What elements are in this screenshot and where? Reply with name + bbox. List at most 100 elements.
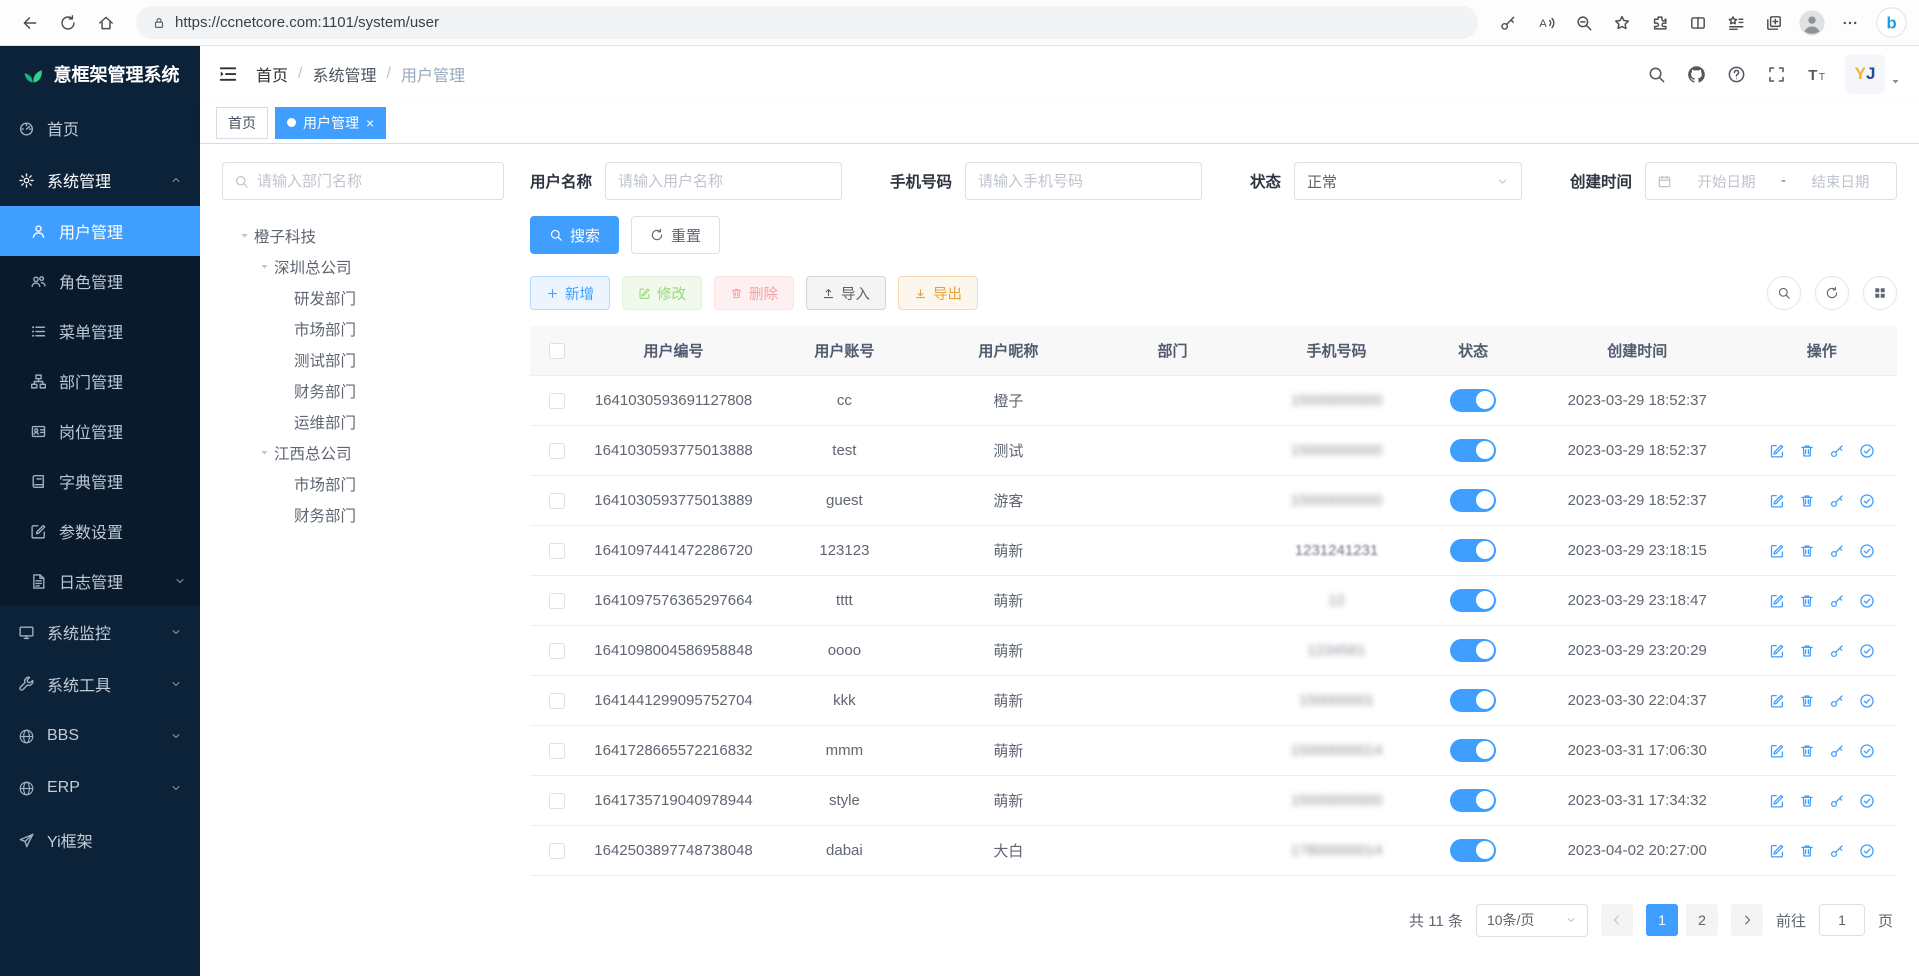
sidebar-item-param-settings[interactable]: 参数设置: [0, 506, 200, 556]
edit-icon[interactable]: [1769, 743, 1785, 759]
reset-password-icon[interactable]: [1829, 793, 1845, 809]
github-button[interactable]: [1677, 54, 1715, 94]
import-button[interactable]: 导入: [806, 276, 886, 310]
assign-role-icon[interactable]: [1859, 843, 1875, 859]
sidebar-item-menu-mgmt[interactable]: 菜单管理: [0, 306, 200, 356]
reset-password-icon[interactable]: [1829, 543, 1845, 559]
edit-icon[interactable]: [1769, 443, 1785, 459]
browser-back-button[interactable]: [12, 6, 48, 40]
breadcrumb-item[interactable]: 系统管理: [312, 62, 376, 86]
delete-icon[interactable]: [1799, 693, 1815, 709]
edit-icon[interactable]: [1769, 593, 1785, 609]
status-toggle[interactable]: [1450, 789, 1496, 812]
delete-icon[interactable]: [1799, 743, 1815, 759]
tree-node-jiangxi-hq[interactable]: 江西总公司: [222, 437, 504, 468]
delete-icon[interactable]: [1799, 443, 1815, 459]
tab-user-mgmt[interactable]: 用户管理 ×: [275, 107, 386, 139]
delete-icon[interactable]: [1799, 593, 1815, 609]
status-toggle[interactable]: [1450, 539, 1496, 562]
sidebar-item-bbs[interactable]: BBS: [0, 710, 200, 762]
sidebar-item-system-tools[interactable]: 系统工具: [0, 658, 200, 710]
tree-node-finance-dept-jx[interactable]: 财务部门: [222, 499, 504, 530]
reset-password-icon[interactable]: [1829, 643, 1845, 659]
assign-role-icon[interactable]: [1859, 693, 1875, 709]
close-icon[interactable]: ×: [366, 116, 374, 130]
reset-button[interactable]: 重置: [631, 216, 720, 254]
sidebar-item-post-mgmt[interactable]: 岗位管理: [0, 406, 200, 456]
help-button[interactable]: [1717, 54, 1755, 94]
reset-password-icon[interactable]: [1829, 743, 1845, 759]
delete-icon[interactable]: [1799, 543, 1815, 559]
edit-icon[interactable]: [1769, 693, 1785, 709]
tree-node-rd-dept[interactable]: 研发部门: [222, 282, 504, 313]
sidebar-item-erp[interactable]: ERP: [0, 762, 200, 814]
tree-node-market-dept[interactable]: 市场部门: [222, 313, 504, 344]
row-checkbox[interactable]: [549, 393, 565, 409]
column-settings-button[interactable]: [1863, 276, 1897, 310]
assign-role-icon[interactable]: [1859, 443, 1875, 459]
sidebar-item-yi-framework[interactable]: Yi框架: [0, 814, 200, 866]
browser-favorites-bar-button[interactable]: [1718, 6, 1754, 40]
goto-page-input[interactable]: [1819, 904, 1865, 936]
browser-home-button[interactable]: [88, 6, 124, 40]
reset-password-icon[interactable]: [1829, 593, 1845, 609]
row-checkbox[interactable]: [549, 743, 565, 759]
sidebar-item-user-mgmt[interactable]: 用户管理: [0, 206, 200, 256]
edit-icon[interactable]: [1769, 543, 1785, 559]
browser-zoom-button[interactable]: [1566, 6, 1602, 40]
assign-role-icon[interactable]: [1859, 493, 1875, 509]
delete-button[interactable]: 删除: [714, 276, 794, 310]
phone-input[interactable]: [965, 162, 1202, 200]
search-button[interactable]: 搜索: [530, 216, 619, 254]
sidebar-item-system-mgmt[interactable]: 系统管理: [0, 154, 200, 206]
sidebar-item-log-mgmt[interactable]: 日志管理: [0, 556, 200, 606]
reset-password-icon[interactable]: [1829, 443, 1845, 459]
breadcrumb-item[interactable]: 首页: [256, 62, 288, 86]
browser-collections-button[interactable]: [1756, 6, 1792, 40]
status-toggle[interactable]: [1450, 739, 1496, 762]
assign-role-icon[interactable]: [1859, 793, 1875, 809]
caret-down-icon[interactable]: [1890, 76, 1901, 87]
font-size-button[interactable]: TT: [1797, 54, 1835, 94]
tree-node-finance-dept[interactable]: 财务部门: [222, 375, 504, 406]
row-checkbox[interactable]: [549, 493, 565, 509]
refresh-table-button[interactable]: [1815, 276, 1849, 310]
browser-favorite-button[interactable]: [1604, 6, 1640, 40]
browser-profile-avatar[interactable]: [1798, 9, 1826, 37]
user-avatar[interactable]: YJ: [1845, 54, 1885, 94]
status-toggle[interactable]: [1450, 639, 1496, 662]
url-bar[interactable]: https://ccnetcore.com:1101/system/user: [136, 6, 1478, 39]
row-checkbox[interactable]: [549, 593, 565, 609]
date-range-picker[interactable]: 开始日期 - 结束日期: [1645, 162, 1897, 200]
row-checkbox[interactable]: [549, 443, 565, 459]
sidebar-item-home[interactable]: 首页: [0, 102, 200, 154]
delete-icon[interactable]: [1799, 843, 1815, 859]
edit-icon[interactable]: [1769, 843, 1785, 859]
tree-node-market-dept-jx[interactable]: 市场部门: [222, 468, 504, 499]
browser-read-aloud-button[interactable]: A: [1528, 6, 1564, 40]
select-all-checkbox[interactable]: [549, 343, 565, 359]
tab-home[interactable]: 首页: [216, 107, 268, 139]
tree-node-ops-dept[interactable]: 运维部门: [222, 406, 504, 437]
assign-role-icon[interactable]: [1859, 543, 1875, 559]
hamburger-icon[interactable]: [218, 64, 238, 84]
bing-copilot-button[interactable]: b: [1876, 7, 1907, 38]
dept-search-input[interactable]: [257, 173, 492, 190]
tree-node-test-dept[interactable]: 测试部门: [222, 344, 504, 375]
page-button-1[interactable]: 1: [1646, 904, 1678, 936]
status-toggle[interactable]: [1450, 589, 1496, 612]
status-toggle[interactable]: [1450, 489, 1496, 512]
username-input[interactable]: [605, 162, 842, 200]
assign-role-icon[interactable]: [1859, 593, 1875, 609]
reset-password-icon[interactable]: [1829, 493, 1845, 509]
modify-button[interactable]: 修改: [622, 276, 702, 310]
toggle-search-button[interactable]: [1767, 276, 1801, 310]
browser-refresh-button[interactable]: [50, 6, 86, 40]
prev-page-button[interactable]: [1601, 904, 1633, 936]
browser-settings-button[interactable]: [1832, 6, 1868, 40]
browser-extensions-button[interactable]: [1642, 6, 1678, 40]
delete-icon[interactable]: [1799, 493, 1815, 509]
reset-password-icon[interactable]: [1829, 843, 1845, 859]
tree-node-shenzhen-hq[interactable]: 深圳总公司: [222, 251, 504, 282]
next-page-button[interactable]: [1731, 904, 1763, 936]
